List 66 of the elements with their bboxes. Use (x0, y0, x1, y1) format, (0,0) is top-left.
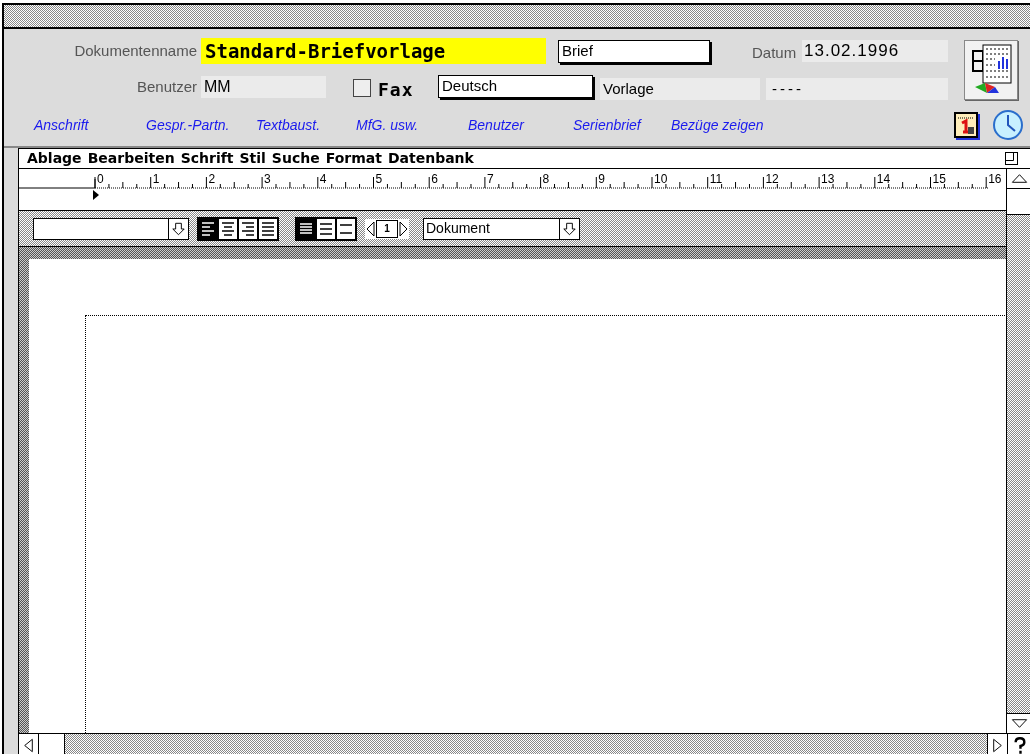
indent-marker-icon[interactable] (91, 190, 101, 200)
link[interactable]: Serienbrief (573, 115, 671, 136)
double-spacing-icon[interactable] (317, 218, 335, 239)
ruler-label: 11 (709, 171, 723, 187)
link[interactable]: Benutzer (468, 115, 573, 136)
date-field: 13.02.1996 (802, 40, 948, 62)
document-name-field[interactable]: Standard-Briefvorlage (201, 38, 546, 64)
ruler-label: 4 (319, 171, 327, 187)
zoom-box-icon[interactable] (1005, 152, 1018, 165)
view-dropdown[interactable]: Dokument (423, 217, 580, 240)
horizontal-scrollbar[interactable] (19, 734, 1007, 754)
scroll-up-icon[interactable] (1007, 169, 1030, 189)
link[interactable]: Textbaust. (256, 115, 356, 136)
field-label: Datum (752, 43, 797, 63)
vertical-scrollbar[interactable] (1006, 169, 1030, 733)
field-label: Dokumentenname (73, 40, 197, 61)
ruler-label: 8 (542, 171, 550, 187)
ruler-label: 7 (486, 171, 494, 187)
ruler-label: 0 (97, 171, 104, 187)
ruler-label: 6 (431, 171, 438, 187)
type-field[interactable]: Brief (558, 40, 710, 63)
ruler-label: 2 (208, 171, 216, 187)
ruler-label: 15 (932, 171, 946, 187)
scroll-thumb[interactable] (1007, 189, 1030, 215)
link[interactable]: Anschrift (34, 115, 146, 136)
justify-align-icon[interactable] (259, 218, 277, 239)
right-align-icon[interactable] (239, 218, 257, 239)
menu-item[interactable]: Stil (239, 148, 266, 169)
menu-item[interactable]: Bearbeiten (87, 148, 175, 169)
scroll-left-icon[interactable] (19, 734, 39, 754)
calendar-icon[interactable] (954, 112, 978, 138)
report-chart-icon[interactable] (964, 40, 1018, 100)
scroll-thumb[interactable] (39, 734, 65, 754)
language-field[interactable]: Deutsch (438, 75, 593, 98)
ruler-label: 13 (821, 171, 835, 187)
triple-spacing-icon[interactable] (337, 218, 355, 239)
ruler-label: 1 (152, 171, 160, 187)
link[interactable]: MfG. usw. (356, 115, 468, 136)
ruler-label: 12 (765, 171, 779, 187)
style-dropdown[interactable] (33, 217, 189, 240)
ruler-label: 3 (264, 171, 271, 187)
ruler-label: 16 (988, 171, 1002, 187)
caret-icon (559, 218, 579, 239)
ruler-label: 5 (375, 171, 383, 187)
page-number: 1 (376, 219, 398, 238)
fax-label: Fax (378, 78, 414, 102)
link[interactable]: Bezüge zeigen (671, 115, 791, 136)
field-label: Benutzer (135, 77, 197, 97)
menu-item[interactable]: Suche (271, 148, 320, 169)
link[interactable]: Gespr.-Partn. (146, 115, 256, 136)
center-align-icon[interactable] (219, 218, 237, 239)
clock-icon[interactable] (992, 109, 1024, 141)
title-bar[interactable] (4, 5, 1030, 29)
caret-icon (168, 218, 188, 239)
scroll-down-icon[interactable] (1007, 713, 1030, 733)
ruler-label: 9 (598, 171, 605, 187)
fax-checkbox[interactable] (353, 79, 371, 97)
ruler-label: 14 (876, 171, 891, 187)
menu-item[interactable]: Ablage (27, 148, 82, 169)
menu-item[interactable]: Format (325, 148, 382, 169)
template-field: Vorlage (600, 78, 760, 100)
scroll-right-icon[interactable] (987, 734, 1007, 754)
menu-item[interactable]: Datenbank (387, 148, 474, 169)
user-field: MM (201, 76, 326, 99)
menu-item[interactable]: Schrift (180, 148, 234, 169)
ruler-label: 10 (654, 171, 668, 187)
